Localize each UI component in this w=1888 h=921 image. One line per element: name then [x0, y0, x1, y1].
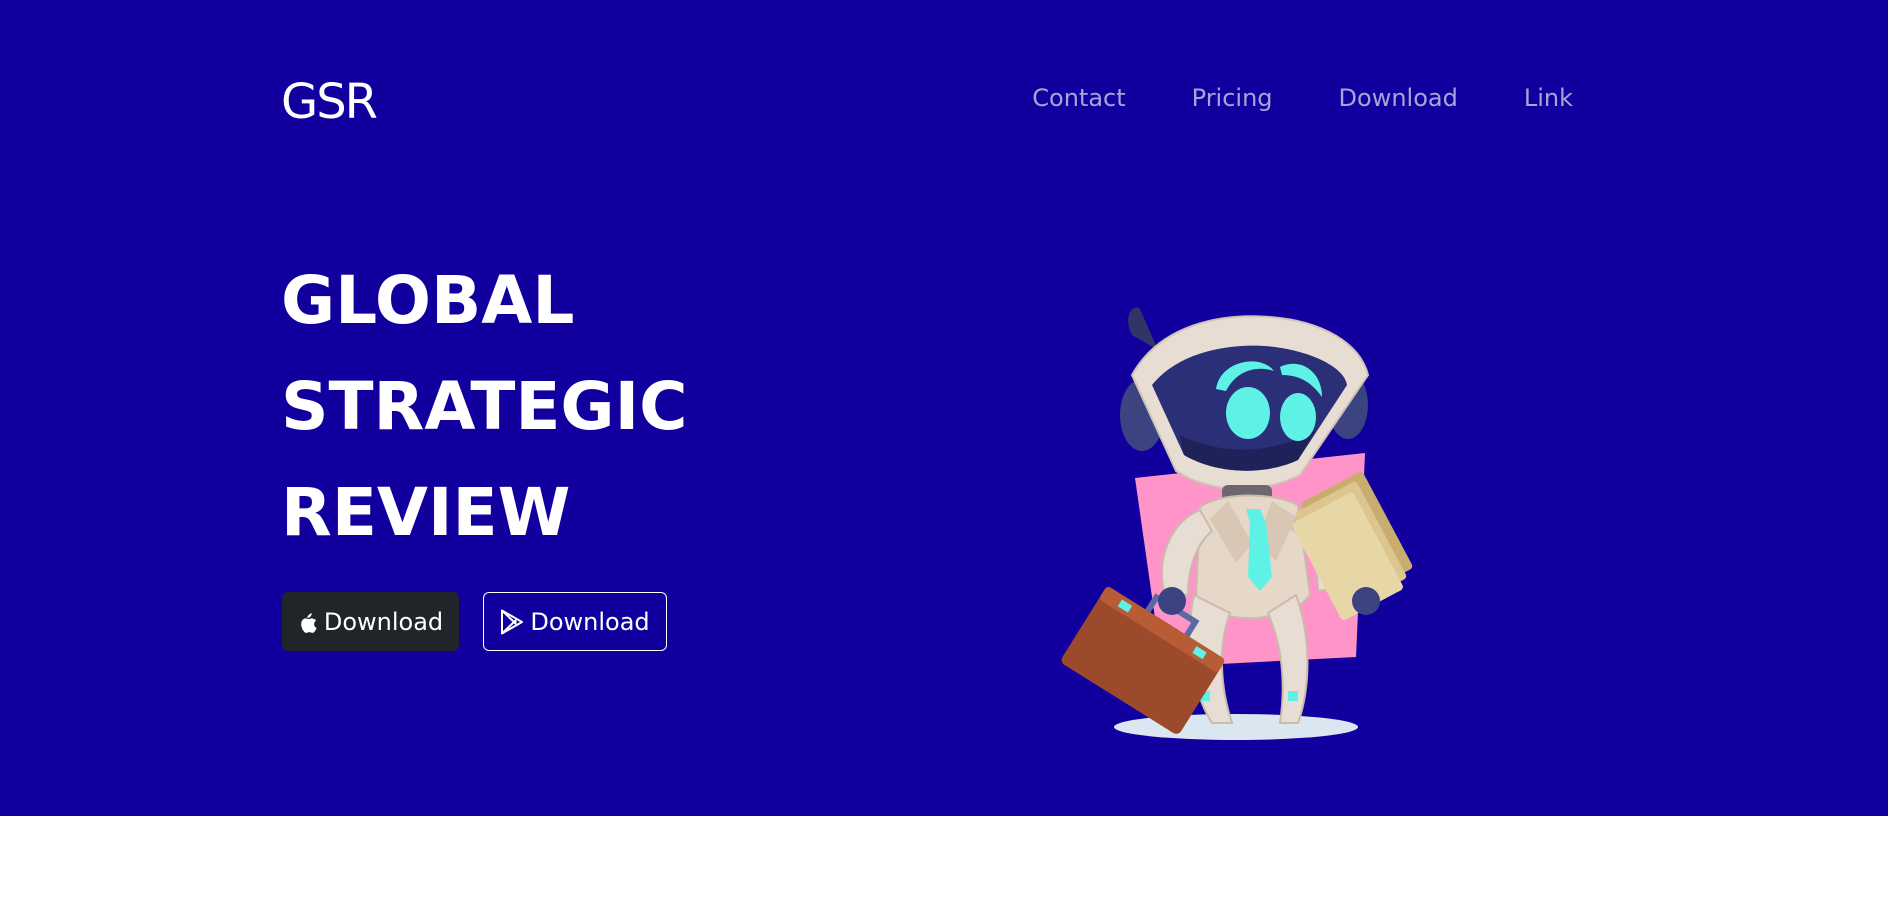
hero-headline: GLOBAL STRATEGIC REVIEW — [281, 248, 688, 566]
robot-businessman-illustration — [1061, 307, 1413, 740]
nav-link-pricing[interactable]: Pricing — [1192, 82, 1273, 114]
google-play-icon — [500, 609, 524, 635]
app-store-download-button[interactable]: Download — [282, 592, 459, 651]
headline-line-3: REVIEW — [281, 474, 571, 551]
robot-right-hand — [1352, 587, 1380, 615]
robot-right-eye — [1280, 393, 1316, 441]
nav-link-download[interactable]: Download — [1339, 82, 1458, 114]
main-nav: Contact Pricing Download Link — [1032, 82, 1573, 114]
google-play-download-button[interactable]: Download — [483, 592, 667, 651]
robot-left-eye — [1226, 387, 1270, 439]
hero-section: GSR Contact Pricing Download Link GLOBAL… — [0, 0, 1888, 816]
nav-link-link[interactable]: Link — [1524, 82, 1573, 114]
robot-antenna — [1128, 307, 1158, 350]
app-store-download-label: Download — [323, 607, 444, 636]
headline-line-2: STRATEGIC — [281, 368, 688, 445]
google-play-download-label: Download — [530, 607, 650, 636]
brand-logo[interactable]: GSR — [281, 72, 378, 132]
apple-icon — [298, 611, 318, 633]
nav-link-contact[interactable]: Contact — [1032, 82, 1125, 114]
robot-left-hand — [1158, 587, 1186, 615]
headline-line-1: GLOBAL — [281, 262, 575, 339]
